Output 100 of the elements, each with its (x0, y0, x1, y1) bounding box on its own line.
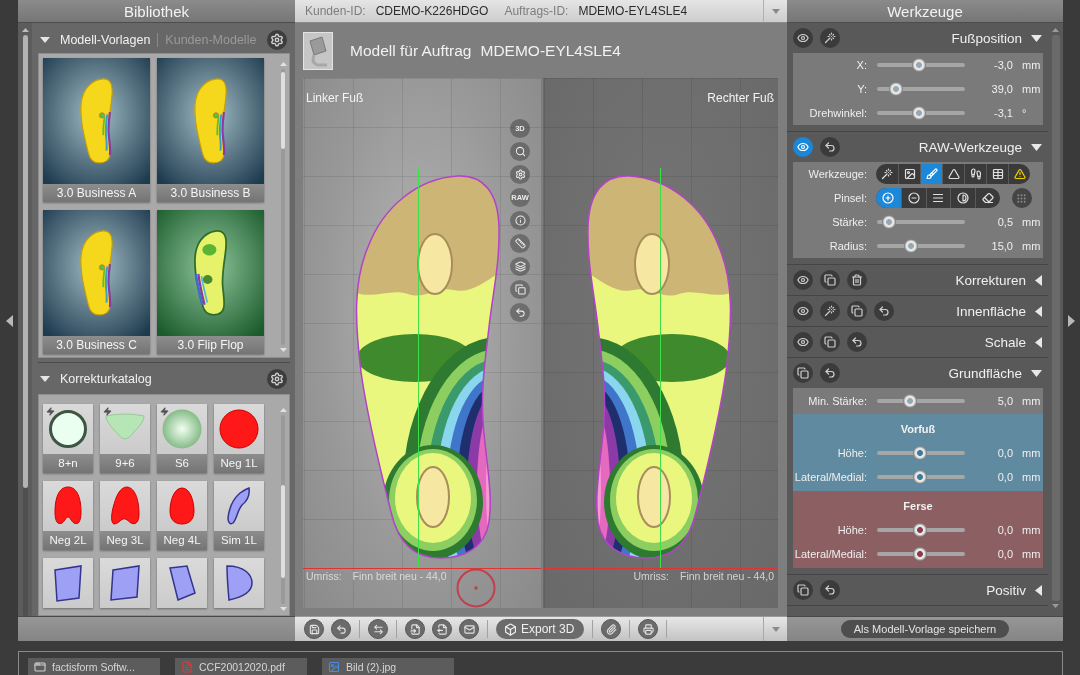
copy-button[interactable] (820, 332, 840, 352)
undo-button[interactable] (510, 303, 530, 322)
caret-down-icon[interactable] (40, 37, 50, 43)
scrollbar-thumb[interactable] (281, 71, 285, 149)
copy-button[interactable] (510, 280, 530, 299)
template-card[interactable]: 3.0 Business C (43, 210, 150, 354)
download-item[interactable]: Bild (2).jpg (322, 658, 454, 675)
slider-thumb[interactable] (911, 106, 926, 120)
correction-card[interactable]: Neg 3L (100, 481, 150, 550)
collapse-left-icon[interactable] (5, 314, 13, 327)
slider[interactable] (877, 446, 965, 460)
slider-thumb[interactable] (888, 82, 903, 96)
slider[interactable] (877, 215, 965, 229)
swap-button[interactable] (368, 619, 388, 639)
slider-thumb[interactable] (913, 547, 928, 561)
slider-thumb[interactable] (902, 394, 917, 408)
foot-viewport[interactable]: Rechter Fuß Umriss: Finn breit neu - 44,0 (543, 78, 778, 608)
eraser-icon (982, 192, 995, 204)
undo-button[interactable] (847, 332, 867, 352)
undo-button[interactable] (820, 580, 840, 600)
template-card[interactable]: 3.0 Business A (43, 58, 150, 202)
visibility-button[interactable] (793, 301, 813, 321)
expand-right-icon[interactable] (1068, 314, 1075, 327)
correction-card[interactable]: 8+n (43, 404, 93, 473)
scrollbar-thumb[interactable] (22, 35, 28, 489)
correction-card[interactable]: S6 (157, 404, 207, 473)
visibility-button[interactable] (793, 28, 813, 48)
view-tool-button[interactable] (510, 211, 530, 230)
copy-button[interactable] (793, 363, 813, 383)
copy-button[interactable] (793, 580, 813, 600)
export-3d-button[interactable]: Export 3D (496, 619, 585, 639)
attach-button[interactable] (601, 619, 622, 639)
correction-card[interactable]: Neg 1L (214, 404, 264, 473)
view-tool-button[interactable] (510, 257, 530, 276)
slider[interactable] (877, 82, 965, 96)
scrollbar-thumb[interactable] (281, 484, 285, 578)
delete-button[interactable] (847, 270, 867, 290)
slider-thumb[interactable] (913, 523, 928, 537)
section-toggle[interactable]: Positiv (986, 582, 1042, 598)
section-toggle[interactable]: Schale (984, 334, 1042, 350)
correction-card[interactable]: Neg 4L (157, 481, 207, 550)
correction-card[interactable] (157, 558, 207, 608)
section-toggle[interactable]: Grundfläche (948, 365, 1042, 381)
correction-card[interactable] (43, 558, 93, 608)
export-button[interactable] (432, 619, 452, 639)
mail-button[interactable] (459, 619, 479, 639)
correction-card[interactable]: 9+6 (100, 404, 150, 473)
slider-thumb[interactable] (913, 470, 928, 484)
view-tool-button[interactable] (510, 165, 530, 184)
field-label: Radius: (829, 240, 867, 252)
slider[interactable] (877, 106, 965, 120)
correction-card[interactable]: Sim 1L (214, 481, 264, 550)
wand-button[interactable] (820, 301, 840, 321)
correction-card[interactable] (100, 558, 150, 608)
caret-down-icon[interactable] (40, 376, 50, 382)
save-button[interactable] (304, 619, 324, 639)
slider-thumb[interactable] (882, 215, 897, 229)
undo-button[interactable] (874, 301, 894, 321)
template-card[interactable]: 3.0 Flip Flop (157, 210, 264, 354)
library-tab[interactable]: Modell-Vorlagen (60, 33, 151, 47)
section-toggle[interactable]: Innenfläche (956, 303, 1042, 319)
undo-button[interactable] (820, 363, 840, 383)
visibility-button[interactable] (793, 270, 813, 290)
slider-thumb[interactable] (911, 58, 926, 72)
undo-button[interactable] (820, 137, 840, 157)
download-item[interactable]: CCF20012020.pdf (175, 658, 307, 675)
view-tool-button[interactable] (510, 234, 530, 253)
tool-button[interactable] (876, 188, 901, 208)
slider[interactable] (877, 470, 965, 484)
slider[interactable] (877, 239, 965, 253)
correction-card[interactable] (214, 558, 264, 608)
section-toggle[interactable]: RAW-Werkzeuge (918, 139, 1042, 155)
settings-button[interactable] (267, 369, 287, 389)
view-tool-button[interactable] (510, 142, 530, 161)
template-card[interactable]: 3.0 Business B (157, 58, 264, 202)
section-toggle[interactable]: Korrekturen (955, 272, 1042, 288)
slider-thumb[interactable] (913, 446, 928, 460)
slider[interactable] (877, 394, 965, 408)
copy-button[interactable] (847, 301, 867, 321)
visibility-button[interactable] (793, 332, 813, 352)
section-toggle[interactable]: Fußposition (951, 30, 1042, 46)
slider[interactable] (877, 547, 965, 561)
visibility-button[interactable] (793, 137, 813, 157)
save-template-button[interactable]: Als Modell-Vorlage speichern (840, 620, 1010, 638)
slider[interactable] (877, 58, 965, 72)
print-button[interactable] (638, 619, 659, 639)
settings-button[interactable] (267, 30, 287, 50)
scroll-down-icon[interactable] (1052, 604, 1059, 608)
wand-button[interactable] (820, 28, 840, 48)
target-marker-icon[interactable] (456, 568, 496, 608)
copy-button[interactable] (820, 270, 840, 290)
scroll-up-icon[interactable] (21, 28, 29, 32)
slider[interactable] (877, 523, 965, 537)
correction-card[interactable]: Neg 2L (43, 481, 93, 550)
tool-button[interactable] (920, 164, 942, 184)
scroll-up-icon[interactable] (1052, 28, 1059, 32)
import-button[interactable] (405, 619, 425, 639)
download-item[interactable]: factisform Softw... (28, 658, 160, 675)
undo-button[interactable] (331, 619, 351, 639)
slider-thumb[interactable] (903, 239, 918, 253)
